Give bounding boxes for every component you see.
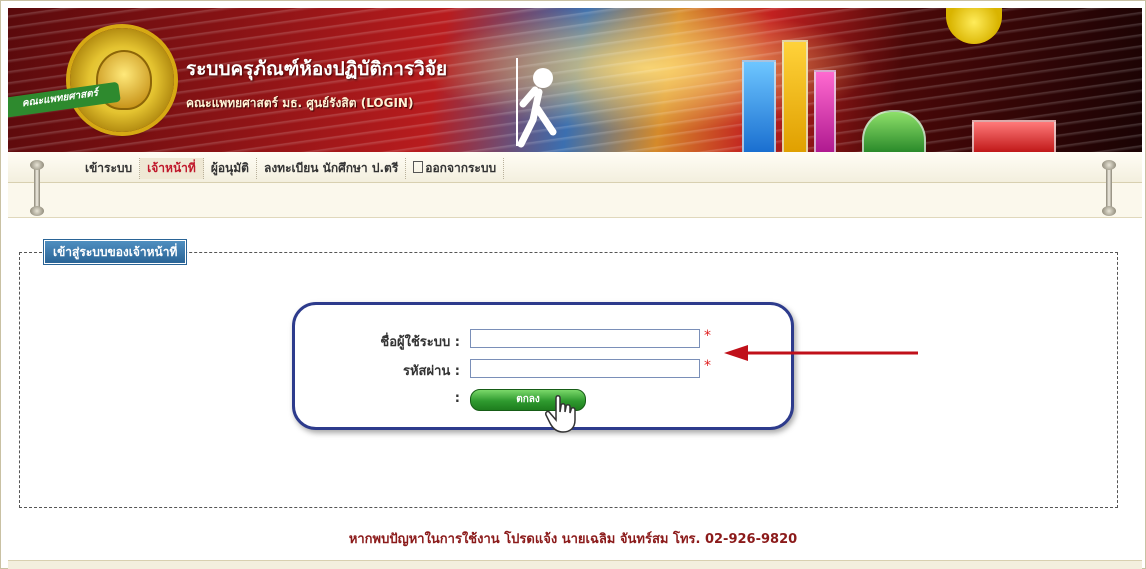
username-label: ชื่อผู้ใช้ระบบ : [380, 335, 460, 350]
menu-item-logout[interactable]: ออกจากระบบ [406, 158, 505, 179]
footer-bar [8, 560, 1142, 569]
submit-colon: : [454, 391, 460, 406]
password-label: รหัสผ่าน : [402, 364, 460, 379]
university-seal-logo [70, 28, 174, 132]
scroll-ornament-right-icon [1102, 160, 1116, 216]
app-title: ระบบครุภัณฑ์ห้องปฏิบัติการวิจัย [186, 58, 448, 80]
menu-item-logout-label: ออกจากระบบ [425, 161, 497, 175]
menu-item-approver[interactable]: ผู้อนุมัติ [204, 158, 257, 179]
scroll-ornament-left-icon [30, 160, 44, 216]
menu-bar-lower [8, 183, 1142, 218]
app-subtitle: คณะแพทยศาสตร์ มธ. ศูนย์รังสิต (LOGIN) [186, 96, 414, 110]
menu-item-login[interactable]: เข้าระบบ [78, 158, 141, 179]
menu-item-staff[interactable]: เจ้าหน้าที่ [140, 158, 204, 179]
main-menu: เข้าระบบ เจ้าหน้าที่ ผู้อนุมัติ ลงทะเบีย… [78, 158, 505, 179]
hand-cursor-icon [545, 395, 576, 433]
exit-icon [413, 161, 424, 173]
support-contact-note: หากพบปัญหาในการใช้งาน โปรดแจ้ง นายเฉลิม … [348, 532, 798, 547]
runner-figure-icon [516, 58, 557, 148]
menu-item-register-student[interactable]: ลงทะเบียน นักศึกษา ป.ตรี [257, 158, 407, 179]
login-section-title: เข้าสู่ระบบของเจ้าหน้าที่ [45, 241, 186, 263]
username-input[interactable] [470, 329, 700, 348]
header-banner: คณะแพทยศาสตร์ ระบบครุภัณฑ์ห้องปฏิบัติการ… [8, 8, 1142, 152]
username-required-mark: * [704, 328, 711, 344]
password-input[interactable] [470, 359, 700, 378]
red-arrow-pointer-icon [724, 345, 918, 361]
laboratory-glassware-image [722, 8, 1142, 152]
password-required-mark: * [704, 358, 711, 374]
